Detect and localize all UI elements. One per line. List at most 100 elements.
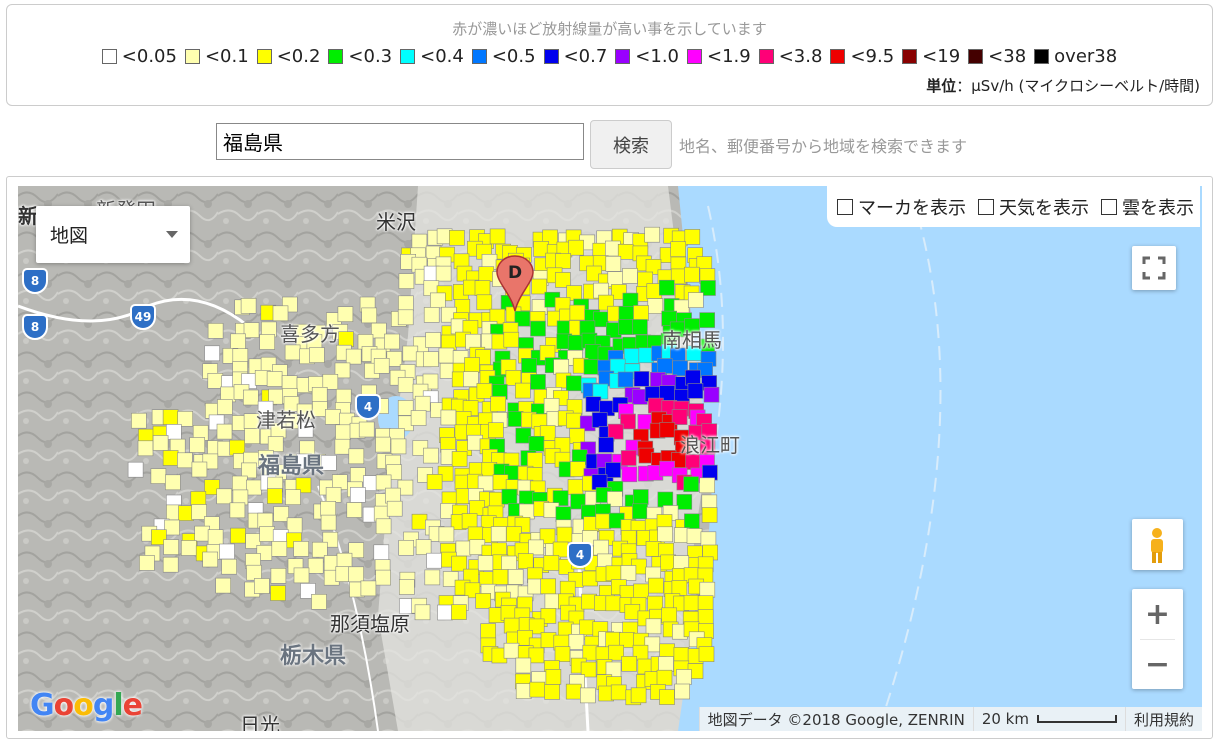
monitoring-point[interactable] — [528, 436, 545, 452]
monitoring-point[interactable] — [345, 348, 362, 365]
monitoring-point[interactable] — [166, 424, 182, 440]
terms-link[interactable]: 利用規約 — [1124, 707, 1202, 731]
monitoring-point[interactable] — [697, 595, 714, 612]
monitoring-point[interactable] — [232, 475, 248, 492]
monitoring-point[interactable] — [621, 655, 638, 672]
monitoring-point[interactable] — [489, 228, 506, 245]
monitoring-point[interactable] — [474, 280, 491, 296]
monitoring-point[interactable] — [684, 369, 701, 386]
monitoring-point[interactable] — [567, 479, 584, 495]
monitoring-point[interactable] — [618, 319, 634, 335]
monitoring-point[interactable] — [671, 580, 688, 596]
monitoring-point[interactable] — [515, 657, 532, 674]
monitoring-point[interactable] — [527, 452, 543, 468]
monitoring-point[interactable] — [162, 409, 179, 425]
monitoring-point[interactable] — [216, 423, 233, 440]
fullscreen-button[interactable] — [1132, 246, 1176, 290]
zoom-out-button[interactable]: − — [1132, 639, 1183, 689]
monitoring-point[interactable] — [285, 489, 301, 506]
monitoring-point[interactable] — [529, 681, 546, 698]
search-button[interactable]: 検索 — [590, 120, 672, 169]
monitoring-point[interactable] — [605, 595, 622, 612]
monitoring-point[interactable] — [464, 357, 480, 373]
search-input[interactable] — [216, 123, 584, 160]
monitoring-point[interactable] — [569, 461, 586, 477]
monitoring-point[interactable] — [348, 448, 365, 465]
monitoring-point[interactable] — [178, 505, 194, 522]
toggle-weather[interactable]: 天気を表示 — [978, 194, 1089, 220]
monitoring-point[interactable] — [320, 500, 337, 517]
monitoring-point[interactable] — [397, 377, 414, 393]
monitoring-point[interactable] — [385, 487, 401, 504]
monitoring-point[interactable] — [553, 359, 570, 375]
monitoring-point[interactable] — [515, 427, 532, 444]
monitoring-point[interactable] — [698, 646, 715, 663]
monitoring-point[interactable] — [267, 488, 283, 504]
monitoring-point[interactable] — [163, 539, 179, 555]
monitoring-point[interactable] — [451, 451, 468, 467]
monitoring-point[interactable] — [593, 539, 609, 556]
monitoring-point[interactable] — [309, 347, 325, 363]
monitoring-point[interactable] — [620, 565, 637, 581]
monitoring-point[interactable] — [139, 555, 155, 571]
monitoring-point[interactable] — [687, 292, 704, 308]
monitoring-point[interactable] — [311, 387, 328, 403]
monitoring-point[interactable] — [644, 226, 661, 243]
monitoring-point[interactable] — [230, 527, 246, 544]
monitoring-point[interactable] — [370, 322, 387, 339]
monitoring-point[interactable] — [246, 479, 262, 496]
monitoring-point[interactable] — [177, 452, 193, 469]
monitoring-point[interactable] — [683, 266, 700, 283]
monitoring-point[interactable] — [307, 557, 324, 574]
monitoring-point[interactable] — [325, 487, 342, 503]
monitoring-point[interactable] — [514, 382, 531, 399]
monitoring-point[interactable] — [461, 513, 478, 529]
monitoring-point[interactable] — [555, 506, 572, 523]
monitoring-point[interactable] — [528, 539, 544, 556]
monitoring-point[interactable] — [610, 684, 627, 701]
monitoring-point[interactable] — [270, 567, 287, 584]
monitoring-point[interactable] — [311, 541, 328, 558]
monitoring-point[interactable] — [501, 488, 518, 505]
monitoring-point[interactable] — [429, 292, 446, 309]
monitoring-point[interactable] — [189, 437, 205, 453]
monitoring-point[interactable] — [684, 513, 700, 530]
monitoring-point[interactable] — [229, 502, 246, 519]
monitoring-point[interactable] — [358, 421, 375, 438]
monitoring-point[interactable] — [150, 468, 167, 484]
monitoring-point[interactable] — [334, 438, 351, 455]
monitoring-point[interactable] — [375, 569, 391, 586]
monitoring-point[interactable] — [661, 607, 678, 624]
monitoring-point[interactable] — [254, 578, 270, 594]
monitoring-point[interactable] — [476, 294, 493, 311]
scale-control[interactable]: 20 km — [972, 707, 1125, 731]
monitoring-point[interactable] — [507, 411, 524, 427]
checkbox-icon[interactable] — [1101, 198, 1117, 215]
monitoring-point[interactable] — [259, 526, 275, 542]
monitoring-point[interactable] — [659, 689, 675, 705]
monitoring-point[interactable] — [414, 395, 431, 412]
monitoring-point[interactable] — [229, 439, 245, 456]
monitoring-point[interactable] — [162, 556, 179, 573]
monitoring-point[interactable] — [293, 567, 310, 584]
monitoring-point[interactable] — [633, 371, 650, 387]
monitoring-point[interactable] — [266, 371, 283, 387]
monitoring-point[interactable] — [670, 241, 687, 258]
monitoring-point[interactable] — [320, 514, 337, 531]
monitoring-point[interactable] — [437, 604, 453, 621]
monitoring-point[interactable] — [543, 555, 560, 571]
monitoring-point[interactable] — [241, 462, 257, 479]
monitoring-point[interactable] — [607, 423, 624, 440]
monitoring-point[interactable] — [621, 466, 638, 483]
monitoring-point[interactable] — [630, 687, 647, 704]
monitoring-point[interactable] — [375, 474, 392, 491]
monitoring-point[interactable] — [700, 531, 717, 548]
monitoring-point[interactable] — [127, 461, 144, 478]
monitoring-point[interactable] — [454, 299, 471, 315]
monitoring-point[interactable] — [585, 396, 602, 412]
zoom-in-button[interactable]: + — [1132, 589, 1183, 639]
map-type-selector[interactable]: 地図 — [36, 206, 190, 263]
monitoring-point[interactable] — [462, 371, 479, 387]
monitoring-point[interactable] — [293, 541, 309, 557]
monitoring-point[interactable] — [259, 334, 275, 350]
